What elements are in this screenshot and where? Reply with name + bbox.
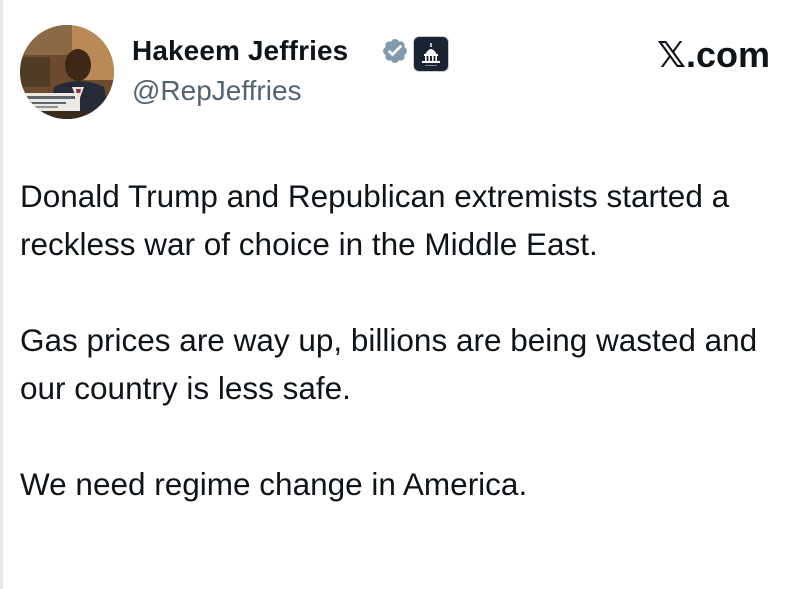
tweet-paragraph: Gas prices are way up, billions are bein… [20, 322, 758, 406]
site-watermark: 𝕏.com [656, 34, 770, 75]
capitol-glyph [422, 43, 440, 66]
capitol-icon[interactable] [414, 37, 448, 71]
left-border [0, 0, 3, 589]
avatar-photo [20, 25, 114, 119]
author-display-name[interactable]: Hakeem Jeffries [132, 35, 348, 67]
author-handle[interactable]: @RepJeffries [132, 75, 302, 107]
tweet-paragraph: We need regime change in America. [20, 466, 528, 502]
verified-badge-icon [383, 39, 407, 63]
avatar[interactable] [20, 25, 114, 119]
tweet-text: Donald Trump and Republican extremists s… [20, 172, 790, 508]
tweet-paragraph: Donald Trump and Republican extremists s… [20, 178, 730, 262]
